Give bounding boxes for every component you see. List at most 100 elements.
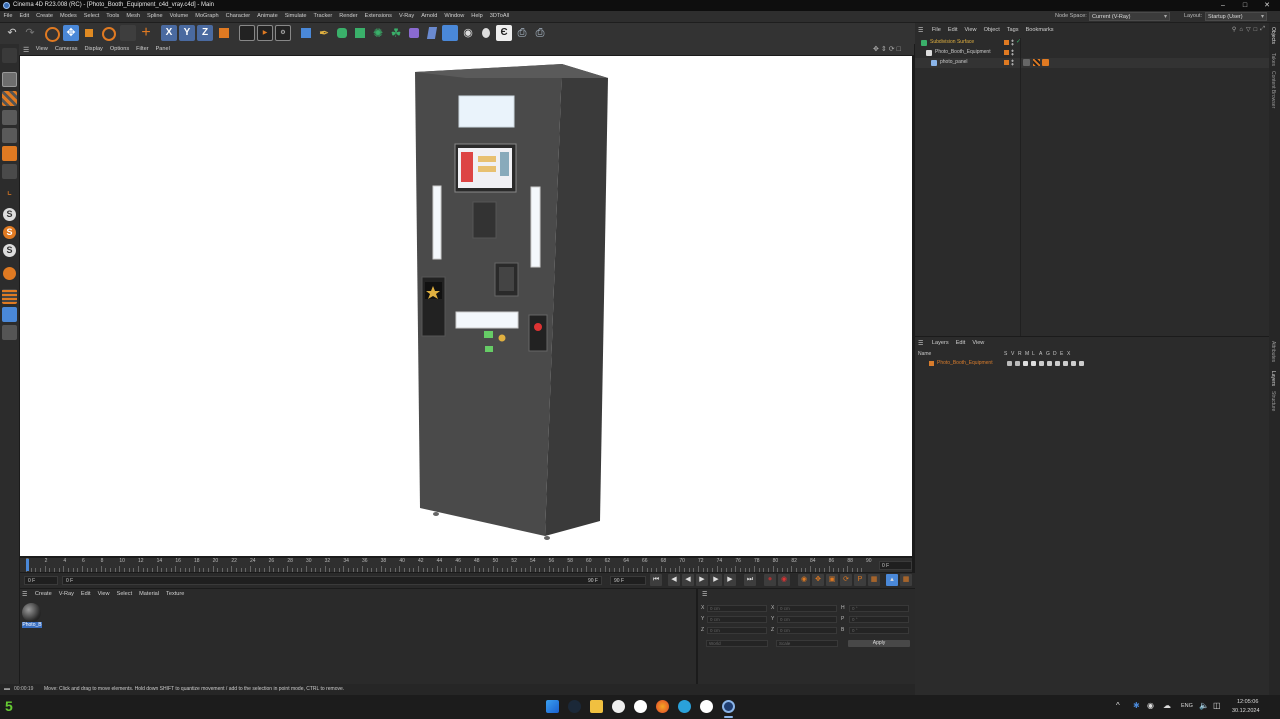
y-axis-icon[interactable]: Y xyxy=(179,25,195,41)
menu-v-ray[interactable]: V-Ray xyxy=(395,11,417,22)
layout-dropdown[interactable]: Startup (User) ▾ xyxy=(1205,12,1267,21)
language-indicator[interactable]: ENG xyxy=(1181,703,1193,709)
position-key-icon[interactable]: ✥ xyxy=(812,574,824,586)
menu-help[interactable]: Help xyxy=(468,11,487,22)
coord-field-c[interactable]: 0 ° xyxy=(849,627,909,634)
previous-frame-icon[interactable]: ◀ xyxy=(682,574,694,586)
coord-field-b[interactable]: 0 cm xyxy=(777,627,837,634)
layer-flag-header[interactable]: S xyxy=(1004,351,1008,357)
cloner-icon[interactable]: ☘ xyxy=(388,25,404,41)
home-icon[interactable]: ⌂ xyxy=(1239,27,1243,33)
coord-field-a[interactable]: 0 cm xyxy=(707,616,767,623)
menu-create[interactable]: Create xyxy=(33,11,57,22)
coord-field-a[interactable]: 0 cm xyxy=(707,605,767,612)
layer-name[interactable]: Photo_Booth_Equipment xyxy=(937,360,993,366)
maximize-button[interactable]: □ xyxy=(1234,0,1256,11)
menu-render[interactable]: Render xyxy=(336,11,361,22)
layer-color-swatch[interactable] xyxy=(929,361,934,366)
coordinate-system-icon[interactable] xyxy=(216,25,232,41)
steam-tray-icon[interactable]: ◉ xyxy=(1147,701,1154,710)
render-settings-icon[interactable]: ⚙ xyxy=(275,25,291,41)
keyframe-selection-icon[interactable]: ◉ xyxy=(798,574,810,586)
current-frame-field[interactable]: 0 F xyxy=(879,561,912,570)
filter-icon[interactable]: ▽ xyxy=(1246,26,1251,33)
move-tool-icon[interactable]: ✥ xyxy=(63,25,79,41)
coord-field-b[interactable]: 0 cm xyxy=(777,616,837,623)
material-tag-icon[interactable] xyxy=(1042,59,1049,66)
tab-attributes[interactable]: Attributes xyxy=(1270,341,1276,362)
layer-lock-icon[interactable] xyxy=(1039,361,1044,366)
menu-volume[interactable]: Volume xyxy=(166,11,192,22)
viewport-menu-panel[interactable]: Panel xyxy=(152,44,173,55)
field-icon[interactable] xyxy=(424,25,440,41)
layer-expression-icon[interactable] xyxy=(1071,361,1076,366)
material-menu-view[interactable]: View xyxy=(94,589,113,600)
object-row[interactable]: Subdivision Surface ✓ xyxy=(915,38,1269,48)
redo-icon[interactable]: ↷ xyxy=(22,25,38,41)
cinema4d-taskbar-icon[interactable] xyxy=(722,700,735,713)
material-menu-create[interactable]: Create xyxy=(31,589,55,600)
viewport-menu-cameras[interactable]: Cameras xyxy=(51,44,81,55)
subdivision-icon[interactable] xyxy=(334,25,350,41)
start-frame-field[interactable]: 0 F xyxy=(24,576,58,585)
layer-menu-edit[interactable]: Edit xyxy=(952,338,969,349)
menu-mograph[interactable]: MoGraph xyxy=(192,11,222,22)
menu-mesh[interactable]: Mesh xyxy=(123,11,144,22)
go-to-start-icon[interactable]: ⏮ xyxy=(650,574,662,586)
volume-icon[interactable]: 🔈 xyxy=(1199,701,1209,710)
layer-flag-header[interactable]: A xyxy=(1039,351,1043,357)
rotate-view-icon[interactable]: ⟳ xyxy=(889,45,895,53)
object-row[interactable]: photo_panel xyxy=(915,58,1269,68)
layer-color-icon[interactable] xyxy=(1004,60,1009,65)
material-menu-select[interactable]: Select xyxy=(113,589,136,600)
scale-tool-icon[interactable] xyxy=(81,25,97,41)
coord-field-c[interactable]: 0 ° xyxy=(849,616,909,623)
render-view-icon[interactable]: ▶ xyxy=(257,25,273,41)
expand-icon[interactable]: ⤢ xyxy=(1260,26,1265,33)
workplane-icon[interactable] xyxy=(2,289,17,304)
tab-objects[interactable]: Objects xyxy=(1270,27,1276,44)
object-name[interactable]: Photo_Booth_Equipment xyxy=(935,49,991,55)
vray-tag-icon[interactable] xyxy=(1023,59,1030,66)
menu-modes[interactable]: Modes xyxy=(56,11,80,22)
hamburger-icon[interactable]: ☰ xyxy=(918,27,923,34)
menu-simulate[interactable]: Simulate xyxy=(281,11,310,22)
viewport-menu-filter[interactable]: Filter xyxy=(133,44,152,55)
add-icon[interactable]: + xyxy=(138,25,154,41)
rotation-key-icon[interactable]: ⟳ xyxy=(840,574,852,586)
steam-icon[interactable] xyxy=(568,700,581,713)
minimize-button[interactable]: – xyxy=(1212,0,1234,11)
hamburger-icon[interactable]: ☰ xyxy=(23,46,29,54)
object-menu-view[interactable]: View xyxy=(961,25,980,36)
go-to-end-icon[interactable]: ⏭ xyxy=(744,574,756,586)
viewport-solo-icon[interactable] xyxy=(2,325,17,340)
material-swatch[interactable]: Photo_B xyxy=(22,603,42,629)
floor-icon[interactable] xyxy=(442,25,458,41)
apply-button[interactable]: Apply xyxy=(848,640,910,647)
solo-icon[interactable] xyxy=(2,307,17,322)
material-menu-v-ray[interactable]: V-Ray xyxy=(55,589,77,600)
hamburger-icon[interactable]: ☰ xyxy=(22,591,27,598)
layer-eye-icon[interactable] xyxy=(1015,361,1020,366)
scale-key-icon[interactable]: ▣ xyxy=(826,574,838,586)
menu-arnold[interactable]: Arnold xyxy=(418,11,441,22)
object-menu-edit[interactable]: Edit xyxy=(944,25,961,36)
tab-content-browser[interactable]: Content Browser xyxy=(1270,71,1276,108)
onedrive-icon[interactable]: ☁ xyxy=(1163,701,1171,710)
menu-edit[interactable]: Edit xyxy=(16,11,33,22)
menu-character[interactable]: Character xyxy=(222,11,254,22)
vray-render-icon[interactable]: ⎙ xyxy=(514,25,530,41)
coord-field-b[interactable]: 0 cm xyxy=(777,605,837,612)
layer-render-icon[interactable] xyxy=(1023,361,1028,366)
layer-color-icon[interactable] xyxy=(1004,40,1009,45)
points-mode-icon[interactable] xyxy=(2,110,17,125)
object-name[interactable]: photo_panel xyxy=(940,59,968,65)
layer-generator-icon[interactable] xyxy=(1055,361,1060,366)
layer-deformer-icon[interactable] xyxy=(1063,361,1068,366)
pen-spline-icon[interactable]: ✒ xyxy=(316,25,332,41)
layer-animation-icon[interactable] xyxy=(1047,361,1052,366)
layer-manager-icon[interactable] xyxy=(1031,361,1036,366)
axis-mode-icon[interactable]: ⌞ xyxy=(2,184,17,199)
coord-field-c[interactable]: 0 ° xyxy=(849,605,909,612)
texture-mode-icon[interactable] xyxy=(2,91,17,106)
